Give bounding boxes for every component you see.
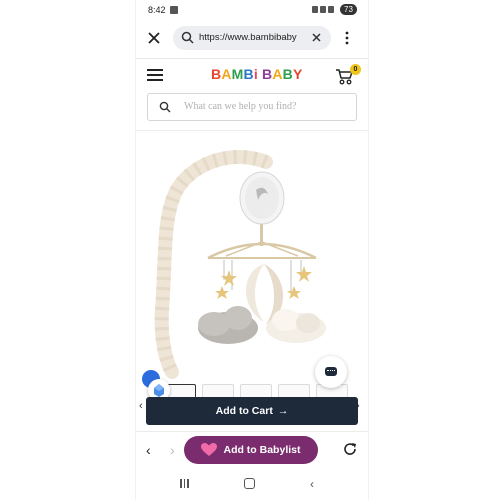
search-icon	[159, 101, 171, 113]
site-logo[interactable]: BAMBi BABY	[211, 66, 302, 82]
product-image-crib-mobile[interactable]	[136, 140, 368, 380]
cart-count-badge: 0	[350, 64, 361, 75]
more-options-icon[interactable]	[344, 30, 350, 46]
chat-button[interactable]	[315, 356, 347, 388]
site-search-input[interactable]: What can we help you find?	[147, 93, 357, 121]
status-bar: 8:42 73	[136, 0, 368, 22]
phone-screen: 8:42 73 https://www.bambibaby BAMBi BABY…	[135, 0, 369, 500]
logo-letter: B	[282, 66, 293, 82]
refresh-icon[interactable]	[342, 441, 358, 457]
clear-url-icon[interactable]	[310, 31, 323, 44]
wifi-icon	[320, 6, 326, 13]
url-text: https://www.bambibaby	[199, 32, 297, 43]
logo-letter: A	[272, 66, 283, 82]
system-back-icon[interactable]: ‹	[310, 477, 314, 491]
add-to-babylist-button[interactable]: Add to Babylist	[184, 436, 318, 464]
system-navigation-bar: ‹	[136, 470, 368, 500]
image-thumbnail-strip	[164, 384, 349, 399]
logo-letter: Y	[292, 66, 303, 82]
heart-icon	[201, 443, 218, 456]
menu-icon[interactable]	[147, 69, 163, 81]
status-time: 8:42	[148, 5, 166, 15]
close-tab-icon[interactable]	[146, 30, 162, 46]
logo-letter: A	[221, 66, 232, 82]
logo-letter: B	[211, 66, 222, 82]
chat-icon	[325, 367, 337, 376]
signal-icon	[328, 6, 334, 13]
notification-icon	[170, 6, 178, 14]
prev-image-arrow[interactable]: ‹	[139, 400, 143, 412]
logo-letter: B	[262, 66, 273, 82]
mute-icon	[312, 6, 318, 13]
divider	[136, 130, 368, 131]
logo-letter: B	[243, 66, 254, 82]
site-header: BAMBi BABY 0	[136, 60, 368, 90]
url-bar[interactable]: https://www.bambibaby	[173, 26, 331, 50]
babylist-toolbar: ‹ › Add to Babylist	[136, 434, 368, 466]
status-icons	[312, 6, 334, 13]
divider	[136, 431, 368, 432]
arrow-right-icon: →	[277, 405, 289, 417]
browser-toolbar: https://www.bambibaby	[136, 24, 368, 56]
battery-badge: 73	[340, 4, 357, 15]
divider	[136, 58, 368, 59]
home-icon[interactable]	[244, 478, 255, 489]
search-icon	[181, 31, 194, 44]
recent-apps-icon[interactable]	[180, 479, 189, 488]
search-placeholder: What can we help you find?	[184, 101, 297, 112]
add-to-cart-label: Add to Cart	[215, 405, 273, 417]
forward-icon[interactable]: ›	[170, 442, 175, 458]
logo-letter: M	[231, 66, 244, 82]
add-to-cart-button[interactable]: Add to Cart →	[146, 397, 358, 425]
babylist-label: Add to Babylist	[223, 444, 301, 456]
back-icon[interactable]: ‹	[146, 442, 151, 458]
